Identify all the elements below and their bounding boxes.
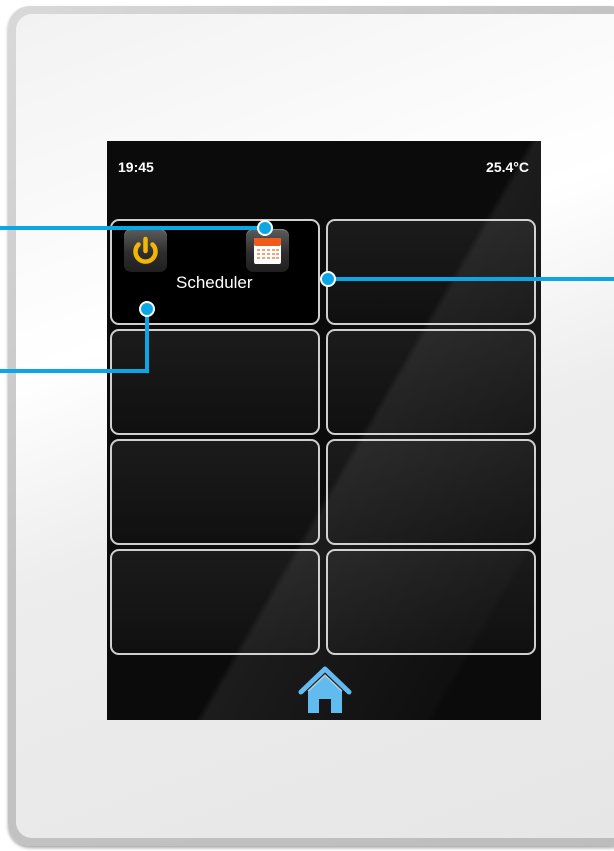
home-icon	[298, 666, 352, 713]
scheduler-tile[interactable]: Scheduler	[110, 219, 320, 325]
scheduler-calendar-button[interactable]	[246, 229, 289, 272]
temperature-readout: 25.4°C	[486, 159, 529, 175]
empty-tile-r1c2[interactable]	[326, 219, 536, 325]
empty-tile-r3c2[interactable]	[326, 439, 536, 545]
power-icon	[133, 236, 158, 264]
device-diagram: 19:45 25.4°C Scheduler	[0, 0, 614, 851]
clock-time: 19:45	[118, 159, 154, 175]
power-button[interactable]	[124, 229, 167, 272]
calendar-icon	[254, 238, 281, 264]
empty-tile-r3c1[interactable]	[110, 439, 320, 545]
empty-tile-r2c2[interactable]	[326, 329, 536, 435]
empty-tile-r4c1[interactable]	[110, 549, 320, 655]
empty-tile-r2c1[interactable]	[110, 329, 320, 435]
empty-tile-r4c2[interactable]	[326, 549, 536, 655]
touch-screen: 19:45 25.4°C Scheduler	[107, 141, 541, 720]
home-button[interactable]	[297, 666, 353, 716]
scheduler-label: Scheduler	[176, 273, 253, 292]
